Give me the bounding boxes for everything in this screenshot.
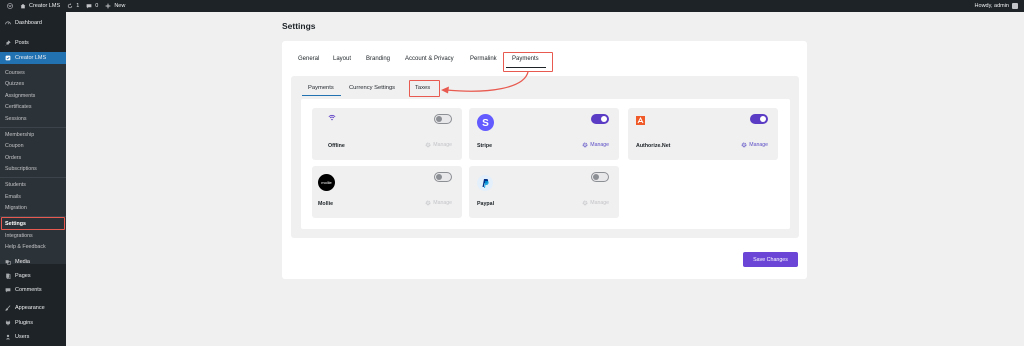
mollie-manage-button[interactable]: Manage — [425, 200, 452, 206]
authorize-net-logo — [636, 116, 645, 125]
save-changes-button[interactable]: Save Changes — [743, 252, 798, 267]
gateway-name: Stripe — [477, 143, 493, 149]
manage-label: Manage — [590, 142, 609, 148]
gear-icon — [582, 200, 588, 206]
manage-label: Manage — [749, 142, 768, 148]
toggle-knob — [436, 174, 442, 180]
toggle-knob — [601, 116, 607, 122]
gateway-name: Paypal — [477, 201, 495, 207]
gear-icon — [582, 142, 588, 148]
gateway-card-paypal: Paypal Manage — [469, 166, 619, 218]
paypal-toggle[interactable] — [591, 172, 609, 182]
svg-text:S: S — [482, 118, 489, 129]
offline-toggle[interactable] — [434, 114, 452, 124]
gateway-card-offline: Offline Manage — [312, 108, 462, 160]
authorize-net-manage-button[interactable]: Manage — [741, 142, 768, 148]
wifi-icon — [328, 114, 336, 121]
gateway-card-authorize-net: Authorize.Net Manage — [628, 108, 778, 160]
toggle-knob — [760, 116, 766, 122]
mollie-toggle[interactable] — [434, 172, 452, 182]
gateway-card-mollie: mollie Mollie Manage — [312, 166, 462, 218]
manage-label: Manage — [433, 200, 452, 206]
paypal-manage-button[interactable]: Manage — [582, 200, 609, 206]
stripe-manage-button[interactable]: Manage — [582, 142, 609, 148]
gateway-card-stripe: S Stripe Manage — [469, 108, 619, 160]
stripe-logo: S — [477, 114, 494, 131]
manage-label: Manage — [590, 200, 609, 206]
manage-label: Manage — [433, 142, 452, 148]
gear-icon — [741, 142, 747, 148]
svg-text:mollie: mollie — [321, 180, 332, 185]
gear-icon — [425, 200, 431, 206]
toggle-knob — [436, 116, 442, 122]
offline-manage-button[interactable]: Manage — [425, 142, 452, 148]
gateway-name: Authorize.Net — [636, 143, 671, 149]
mollie-logo: mollie — [318, 174, 335, 191]
toggle-knob — [593, 174, 599, 180]
gateway-name: Mollie — [318, 201, 334, 207]
stripe-toggle[interactable] — [591, 114, 609, 124]
gateway-name: Offline — [328, 143, 345, 149]
gear-icon — [425, 142, 431, 148]
paypal-logo — [477, 175, 493, 191]
authorize-net-toggle[interactable] — [750, 114, 768, 124]
